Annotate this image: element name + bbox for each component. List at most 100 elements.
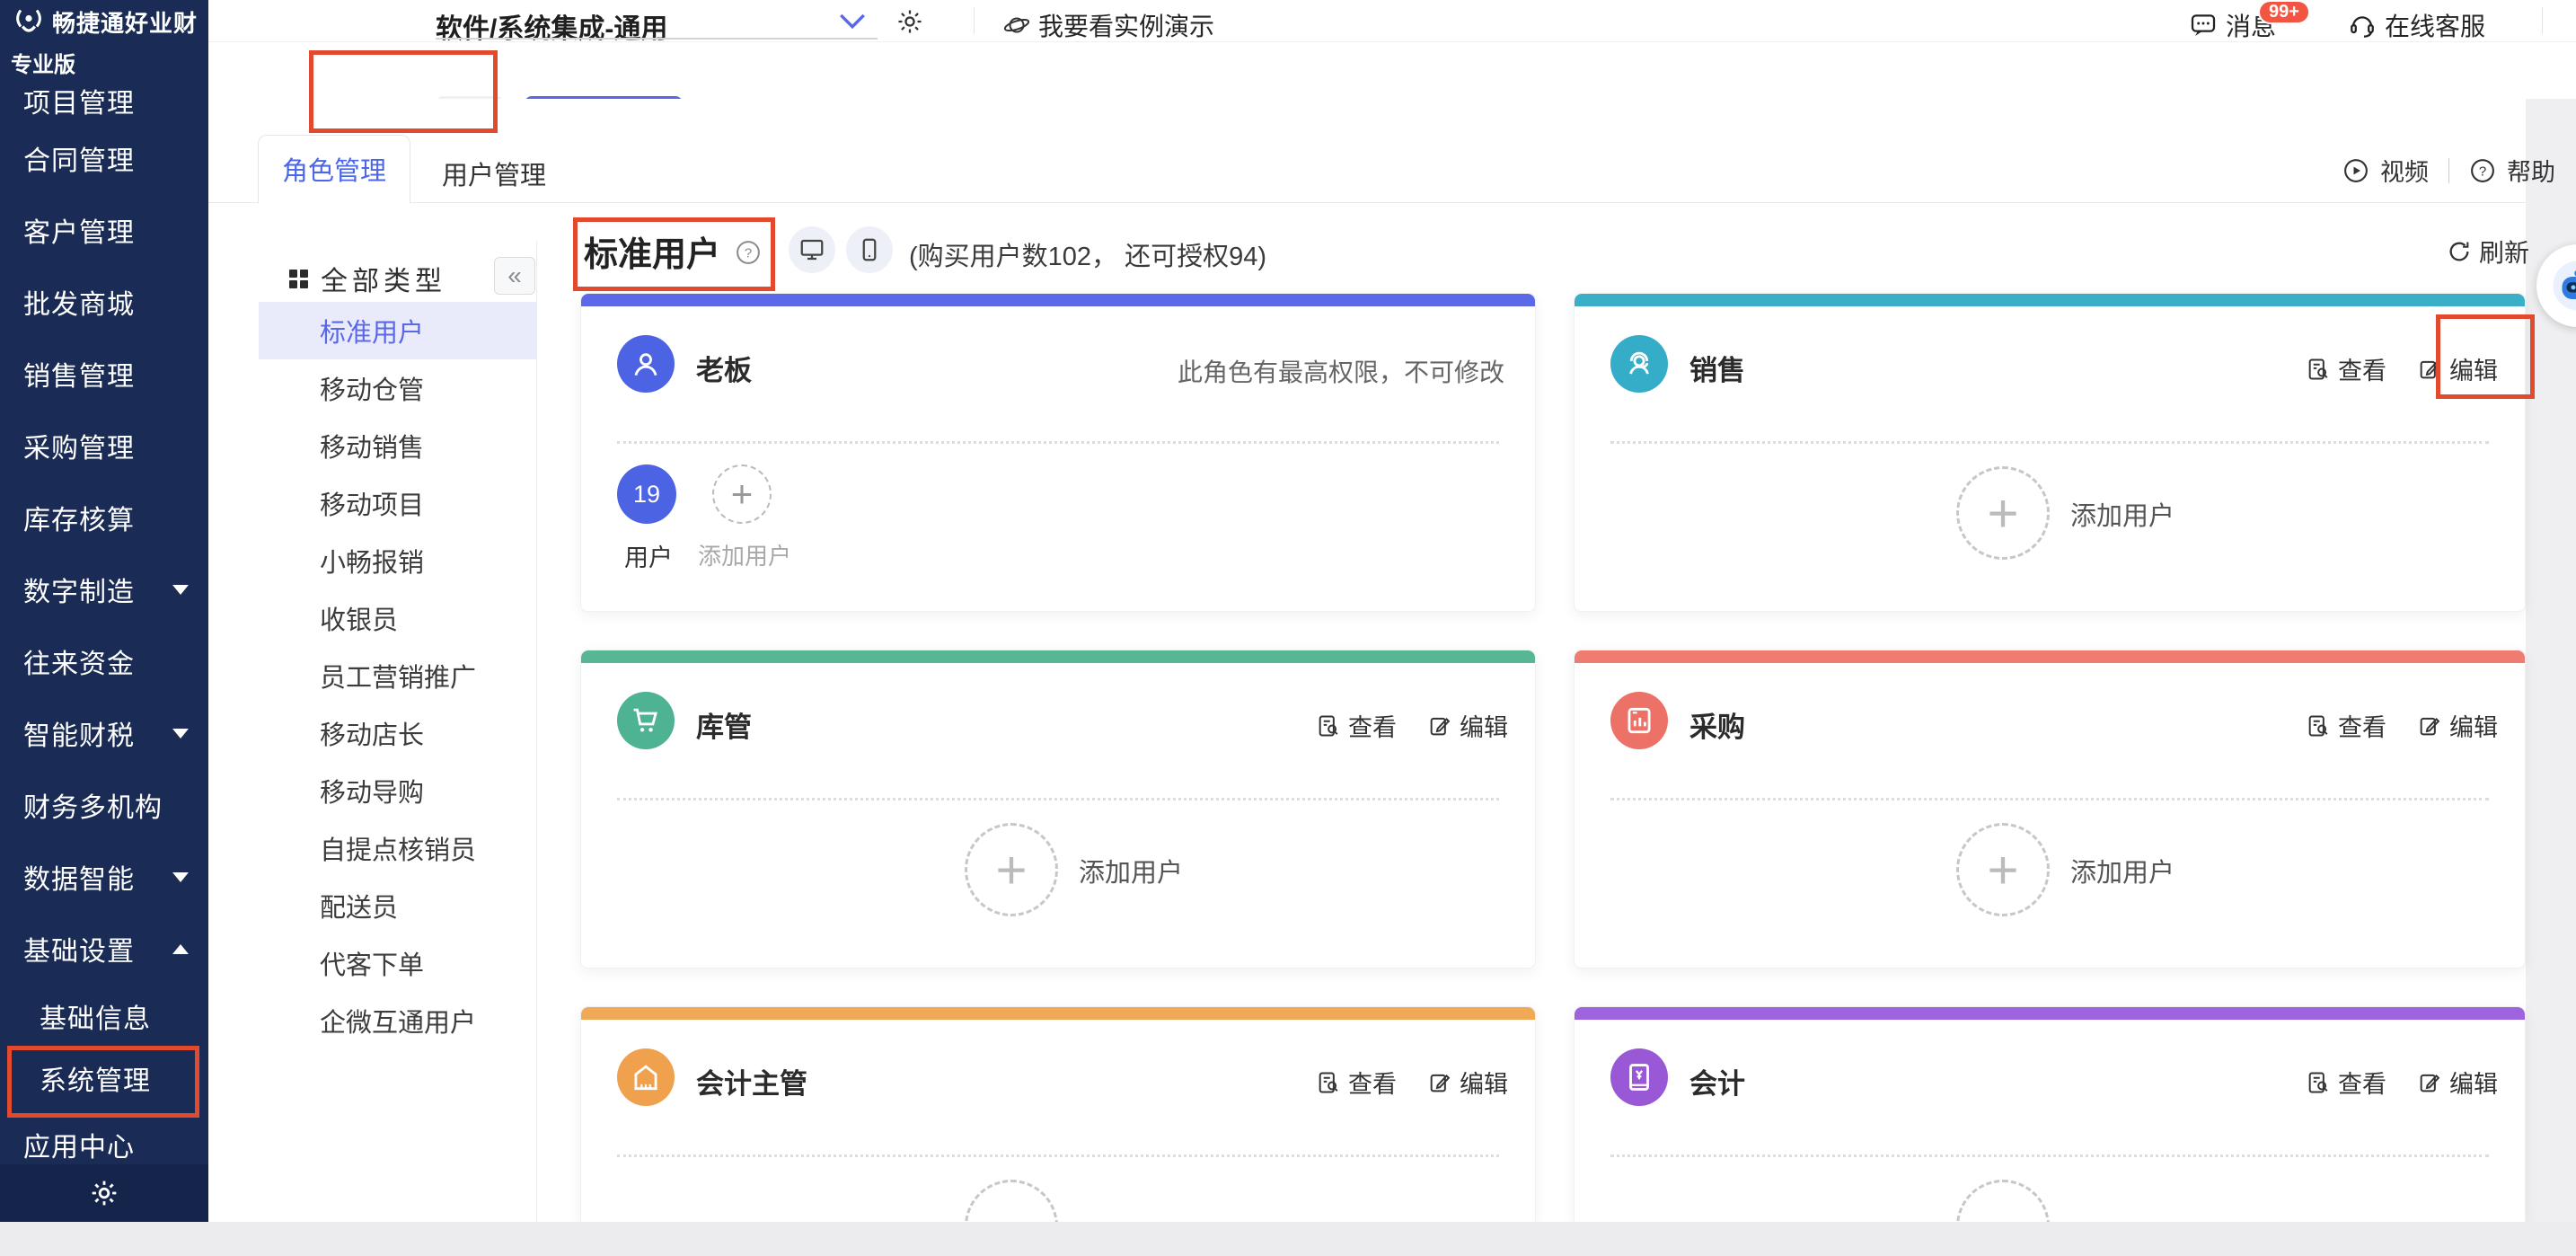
role-type-item[interactable]: 自提点核销员 xyxy=(259,819,536,877)
add-user-button[interactable] xyxy=(965,1180,1058,1222)
gear-icon[interactable] xyxy=(89,1178,119,1208)
chevron-down-icon xyxy=(172,585,189,595)
org-selector[interactable]: 软件/系统集成-通用 xyxy=(436,6,667,46)
desktop-view-toggle[interactable] xyxy=(789,226,835,273)
gear-icon[interactable] xyxy=(895,7,924,36)
sidebar-item-basic-settings[interactable]: 基础设置 xyxy=(0,913,208,985)
chevron-up-icon xyxy=(172,944,189,954)
online-support-button[interactable]: 在线客服 xyxy=(2348,7,2485,43)
edit-button[interactable]: 编辑 xyxy=(2417,1065,2498,1100)
play-circle-icon[interactable] xyxy=(2342,157,2369,184)
refresh-button[interactable]: 刷新 xyxy=(2447,234,2529,270)
view-doc-icon xyxy=(1316,1070,1341,1095)
view-doc-icon xyxy=(2306,357,2331,382)
app-name: 畅捷通好业财 xyxy=(52,5,198,39)
view-button[interactable]: 查看 xyxy=(2306,1065,2386,1100)
demo-link[interactable]: 我要看实例演示 xyxy=(1003,7,1214,43)
edit-button[interactable]: 编辑 xyxy=(1427,708,1508,743)
role-type-item[interactable]: 移动仓管 xyxy=(259,359,536,417)
sidebar-item-project[interactable]: 项目管理 xyxy=(0,75,208,122)
warehouse-cart-icon xyxy=(617,692,675,749)
role-type-item[interactable]: 企微互通用户 xyxy=(259,992,536,1049)
title-help-icon[interactable]: ? xyxy=(735,239,762,266)
edit-button[interactable]: 编辑 xyxy=(2417,351,2498,386)
role-type-item[interactable]: 移动项目 xyxy=(259,474,536,532)
edit-pen-icon xyxy=(2417,357,2442,382)
org-selector-underline xyxy=(436,38,878,40)
svg-text:?: ? xyxy=(745,246,752,261)
role-card-boss: 老板 此角色有最高权限，不可修改 19 用户 + 添加用户 xyxy=(580,293,1536,612)
sidebar-item-tax[interactable]: 智能财税 xyxy=(0,697,208,769)
help-link[interactable]: 帮助 xyxy=(2507,153,2555,188)
add-user-button[interactable]: + xyxy=(1956,466,2050,560)
panel-divider xyxy=(536,241,537,1222)
sidebar-item-system-management[interactable]: 系统管理 xyxy=(0,1047,208,1109)
video-link[interactable]: 视频 xyxy=(2380,153,2429,188)
headset-icon xyxy=(2348,11,2377,40)
sidebar-menu: 项目管理 合同管理 客户管理 批发商城 销售管理 采购管理 库存核算 数字制造 … xyxy=(0,75,208,1181)
role-type-item[interactable]: 移动导购 xyxy=(259,762,536,819)
sidebar-item-wholesale[interactable]: 批发商城 xyxy=(0,266,208,338)
collapse-panel-button[interactable]: « xyxy=(494,257,535,295)
sidebar-item-customer[interactable]: 客户管理 xyxy=(0,194,208,266)
sidebar-item-multi-org-finance[interactable]: 财务多机构 xyxy=(0,769,208,841)
sidebar-item-data-intelligence[interactable]: 数据智能 xyxy=(0,841,208,913)
user-count-badge[interactable]: 19 xyxy=(617,464,676,524)
role-name: 老板 xyxy=(696,348,752,388)
mobile-view-toggle[interactable] xyxy=(846,226,893,273)
role-type-item[interactable]: 代客下单 xyxy=(259,934,536,992)
add-user-button[interactable]: + xyxy=(712,464,772,524)
add-user-button[interactable] xyxy=(1956,1180,2050,1222)
sidebar-item-funds[interactable]: 往来资金 xyxy=(0,625,208,697)
sidebar-settings-bar xyxy=(0,1164,208,1222)
role-type-item[interactable]: 移动店长 xyxy=(259,704,536,762)
view-button[interactable]: 查看 xyxy=(1316,708,1397,743)
view-doc-icon xyxy=(2306,713,2331,739)
tabs-divider xyxy=(208,202,2526,203)
sidebar-item-sales[interactable]: 销售管理 xyxy=(0,338,208,410)
chevron-down-icon[interactable] xyxy=(837,11,868,32)
role-type-item[interactable]: 移动销售 xyxy=(259,417,536,474)
card-divider xyxy=(1610,798,2489,800)
view-doc-icon xyxy=(1316,713,1341,739)
add-user-label: 添加用户 xyxy=(698,538,791,571)
sidebar-item-basic-info[interactable]: 基础信息 xyxy=(0,985,208,1047)
card-actions: 查看 编辑 xyxy=(2306,351,2498,386)
edit-button[interactable]: 编辑 xyxy=(2417,708,2498,743)
view-button[interactable]: 查看 xyxy=(2306,351,2386,386)
card-color-bar xyxy=(581,1007,1535,1020)
role-note: 此角色有最高权限，不可修改 xyxy=(1178,353,1504,389)
view-button[interactable]: 查看 xyxy=(2306,708,2386,743)
edit-button[interactable]: 编辑 xyxy=(1427,1065,1508,1100)
page-tab-bar: 首页 权限设置 ✕ ✕ xyxy=(208,42,2576,99)
role-type-item[interactable]: 标准用户 xyxy=(259,302,536,359)
add-user-label: 添加用户 xyxy=(2070,495,2175,533)
sidebar-item-contract[interactable]: 合同管理 xyxy=(0,122,208,194)
card-divider xyxy=(1610,441,2489,444)
role-type-item[interactable]: 配送员 xyxy=(259,877,536,934)
video-help-divider xyxy=(2448,158,2449,183)
tab-role-management[interactable]: 角色管理 xyxy=(258,135,410,204)
sidebar-item-manufacturing[interactable]: 数字制造 xyxy=(0,553,208,625)
role-type-item[interactable]: 小畅报销 xyxy=(259,532,536,589)
question-circle-icon[interactable]: ? xyxy=(2469,157,2496,184)
view-button[interactable]: 查看 xyxy=(1316,1065,1397,1100)
add-user-button[interactable]: + xyxy=(1956,823,2050,916)
role-type-item[interactable]: 员工营销推广 xyxy=(259,647,536,704)
add-user-label: 添加用户 xyxy=(1079,852,1183,889)
edition-label: 专业版 xyxy=(11,47,75,78)
role-type-item[interactable]: 收银员 xyxy=(259,589,536,647)
tab-user-management[interactable]: 用户管理 xyxy=(442,155,546,192)
role-name: 销售 xyxy=(1689,348,1745,388)
role-card-chief-accountant: 会计主管 查看 编辑 xyxy=(580,1006,1536,1222)
accountant-book-icon xyxy=(1610,1048,1668,1106)
view-doc-icon xyxy=(2306,1070,2331,1095)
topbar-divider xyxy=(2542,7,2543,34)
sidebar-item-purchase[interactable]: 采购管理 xyxy=(0,410,208,482)
card-color-bar xyxy=(1575,294,2525,306)
role-card-purchase: 采购 查看 编辑 + 添加用户 xyxy=(1574,650,2526,969)
sidebar-item-inventory[interactable]: 库存核算 xyxy=(0,482,208,553)
role-type-header: 全部类型 xyxy=(289,259,446,298)
add-user-button[interactable]: + xyxy=(965,823,1058,916)
logo-icon xyxy=(13,6,45,39)
